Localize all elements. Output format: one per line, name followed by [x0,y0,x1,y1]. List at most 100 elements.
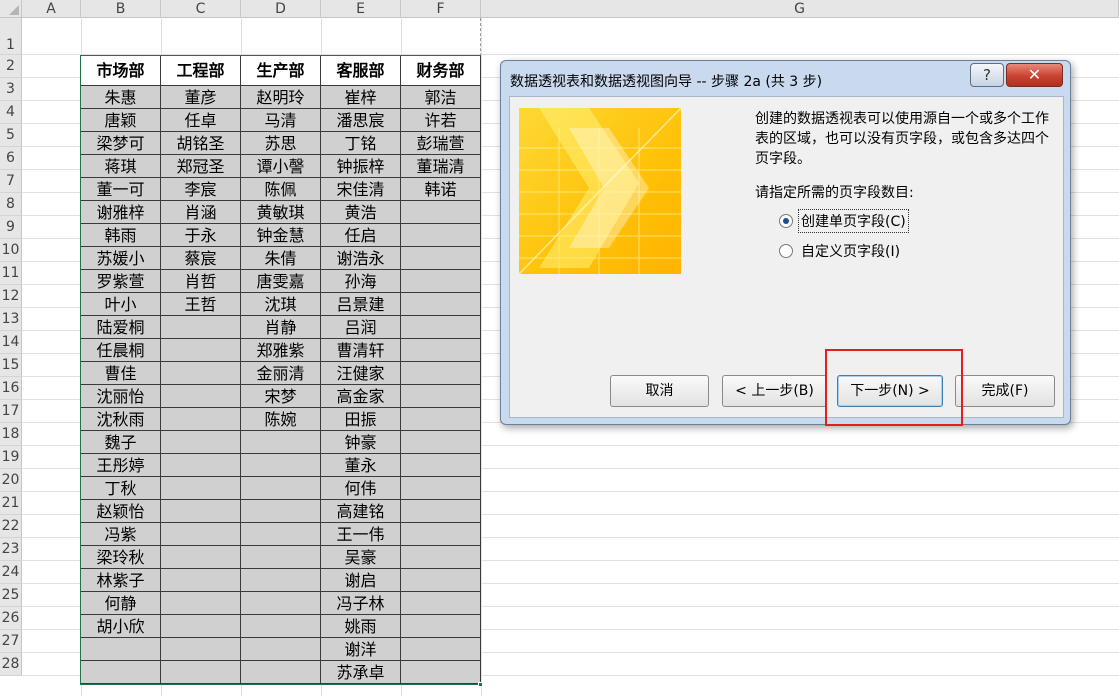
table-cell[interactable]: 谭小謦 [241,155,321,178]
row-header[interactable]: 11 [0,262,22,285]
table-cell[interactable]: 马清 [241,109,321,132]
table-cell[interactable]: 任启 [321,224,401,247]
table-cell[interactable]: 罗紫萱 [81,270,161,293]
table-cell[interactable]: 宋梦 [241,385,321,408]
table-cell[interactable] [241,569,321,592]
table-cell[interactable]: 沈丽怡 [81,385,161,408]
table-cell[interactable] [161,339,241,362]
table-cell[interactable]: 丁秋 [81,477,161,500]
table-cell[interactable]: 董瑞清 [401,155,481,178]
table-cell[interactable]: 高金家 [321,385,401,408]
column-header-e[interactable]: E [321,0,401,18]
table-cell[interactable] [401,638,481,661]
option-label[interactable]: 自定义页字段(I) [799,240,902,262]
table-cell[interactable] [161,316,241,339]
table-cell[interactable] [401,615,481,638]
table-cell[interactable]: 彭瑞萱 [401,132,481,155]
table-cell[interactable]: 丁铭 [321,132,401,155]
table-cell[interactable] [401,316,481,339]
table-cell[interactable]: 肖涵 [161,201,241,224]
table-cell[interactable] [401,523,481,546]
table-cell[interactable]: 苏承卓 [321,661,401,684]
option-custom-page-field[interactable]: 自定义页字段(I) [779,240,902,262]
table-cell[interactable] [161,362,241,385]
table-cell[interactable] [241,500,321,523]
row-header[interactable]: 19 [0,446,22,469]
column-header-b[interactable]: B [81,0,161,18]
table-cell[interactable] [401,293,481,316]
table-header-cell[interactable]: 市场部 [81,56,161,86]
table-cell[interactable] [241,523,321,546]
table-cell[interactable]: 陆爱桐 [81,316,161,339]
table-cell[interactable]: 许若 [401,109,481,132]
row-header[interactable]: 5 [0,124,22,147]
table-cell[interactable]: 朱惠 [81,86,161,109]
table-cell[interactable] [81,661,161,684]
table-cell[interactable]: 黄敏琪 [241,201,321,224]
table-cell[interactable]: 王一伟 [321,523,401,546]
table-cell[interactable]: 董永 [321,454,401,477]
table-cell[interactable]: 叶小 [81,293,161,316]
table-cell[interactable]: 汪健家 [321,362,401,385]
table-cell[interactable] [401,592,481,615]
row-header[interactable]: 21 [0,492,22,515]
cancel-button[interactable]: 取消 [610,375,709,407]
table-cell[interactable] [241,592,321,615]
row-header[interactable]: 25 [0,584,22,607]
table-cell[interactable]: 朱倩 [241,247,321,270]
row-header[interactable]: 18 [0,423,22,446]
fill-handle[interactable] [478,682,483,687]
table-cell[interactable]: 肖静 [241,316,321,339]
table-cell[interactable]: 郑雅紫 [241,339,321,362]
table-cell[interactable] [401,408,481,431]
table-cell[interactable]: 钟振梓 [321,155,401,178]
table-cell[interactable]: 田振 [321,408,401,431]
row-header[interactable]: 2 [0,55,22,78]
table-cell[interactable]: 曹清轩 [321,339,401,362]
column-header-a[interactable]: A [22,0,81,18]
table-cell[interactable]: 姚雨 [321,615,401,638]
table-cell[interactable] [161,661,241,684]
table-cell[interactable] [161,500,241,523]
radio-selected-icon[interactable] [779,214,793,228]
row-header[interactable]: 6 [0,147,22,170]
finish-button[interactable]: 完成(F) [955,375,1055,407]
row-header[interactable]: 24 [0,561,22,584]
table-cell[interactable] [401,385,481,408]
row-header[interactable]: 12 [0,285,22,308]
table-cell[interactable]: 冯子林 [321,592,401,615]
table-cell[interactable]: 钟金慧 [241,224,321,247]
table-cell[interactable]: 唐颖 [81,109,161,132]
column-header-d[interactable]: D [241,0,321,18]
table-cell[interactable]: 魏子 [81,431,161,454]
table-cell[interactable] [161,523,241,546]
table-cell[interactable]: 梁梦可 [81,132,161,155]
table-cell[interactable] [161,615,241,638]
row-header[interactable]: 20 [0,469,22,492]
table-cell[interactable] [161,638,241,661]
table-cell[interactable]: 唐雯嘉 [241,270,321,293]
table-cell[interactable]: 高建铭 [321,500,401,523]
table-cell[interactable]: 于永 [161,224,241,247]
table-cell[interactable] [401,362,481,385]
table-cell[interactable]: 胡铭圣 [161,132,241,155]
table-header-cell[interactable]: 财务部 [401,56,481,86]
table-cell[interactable]: 何静 [81,592,161,615]
table-cell[interactable]: 肖哲 [161,270,241,293]
table-cell[interactable]: 孙海 [321,270,401,293]
table-cell[interactable]: 谢雅梓 [81,201,161,224]
row-header[interactable]: 4 [0,101,22,124]
row-header[interactable]: 14 [0,331,22,354]
table-cell[interactable] [161,569,241,592]
table-cell[interactable]: 吕景建 [321,293,401,316]
table-cell[interactable] [161,431,241,454]
table-cell[interactable]: 任卓 [161,109,241,132]
table-cell[interactable]: 潘思宸 [321,109,401,132]
table-cell[interactable]: 陈佩 [241,178,321,201]
table-cell[interactable] [401,270,481,293]
table-cell[interactable]: 吕润 [321,316,401,339]
table-cell[interactable]: 蔡宸 [161,247,241,270]
option-single-page-field[interactable]: 创建单页字段(C) [779,209,909,233]
row-header[interactable]: 16 [0,377,22,400]
row-header[interactable]: 15 [0,354,22,377]
